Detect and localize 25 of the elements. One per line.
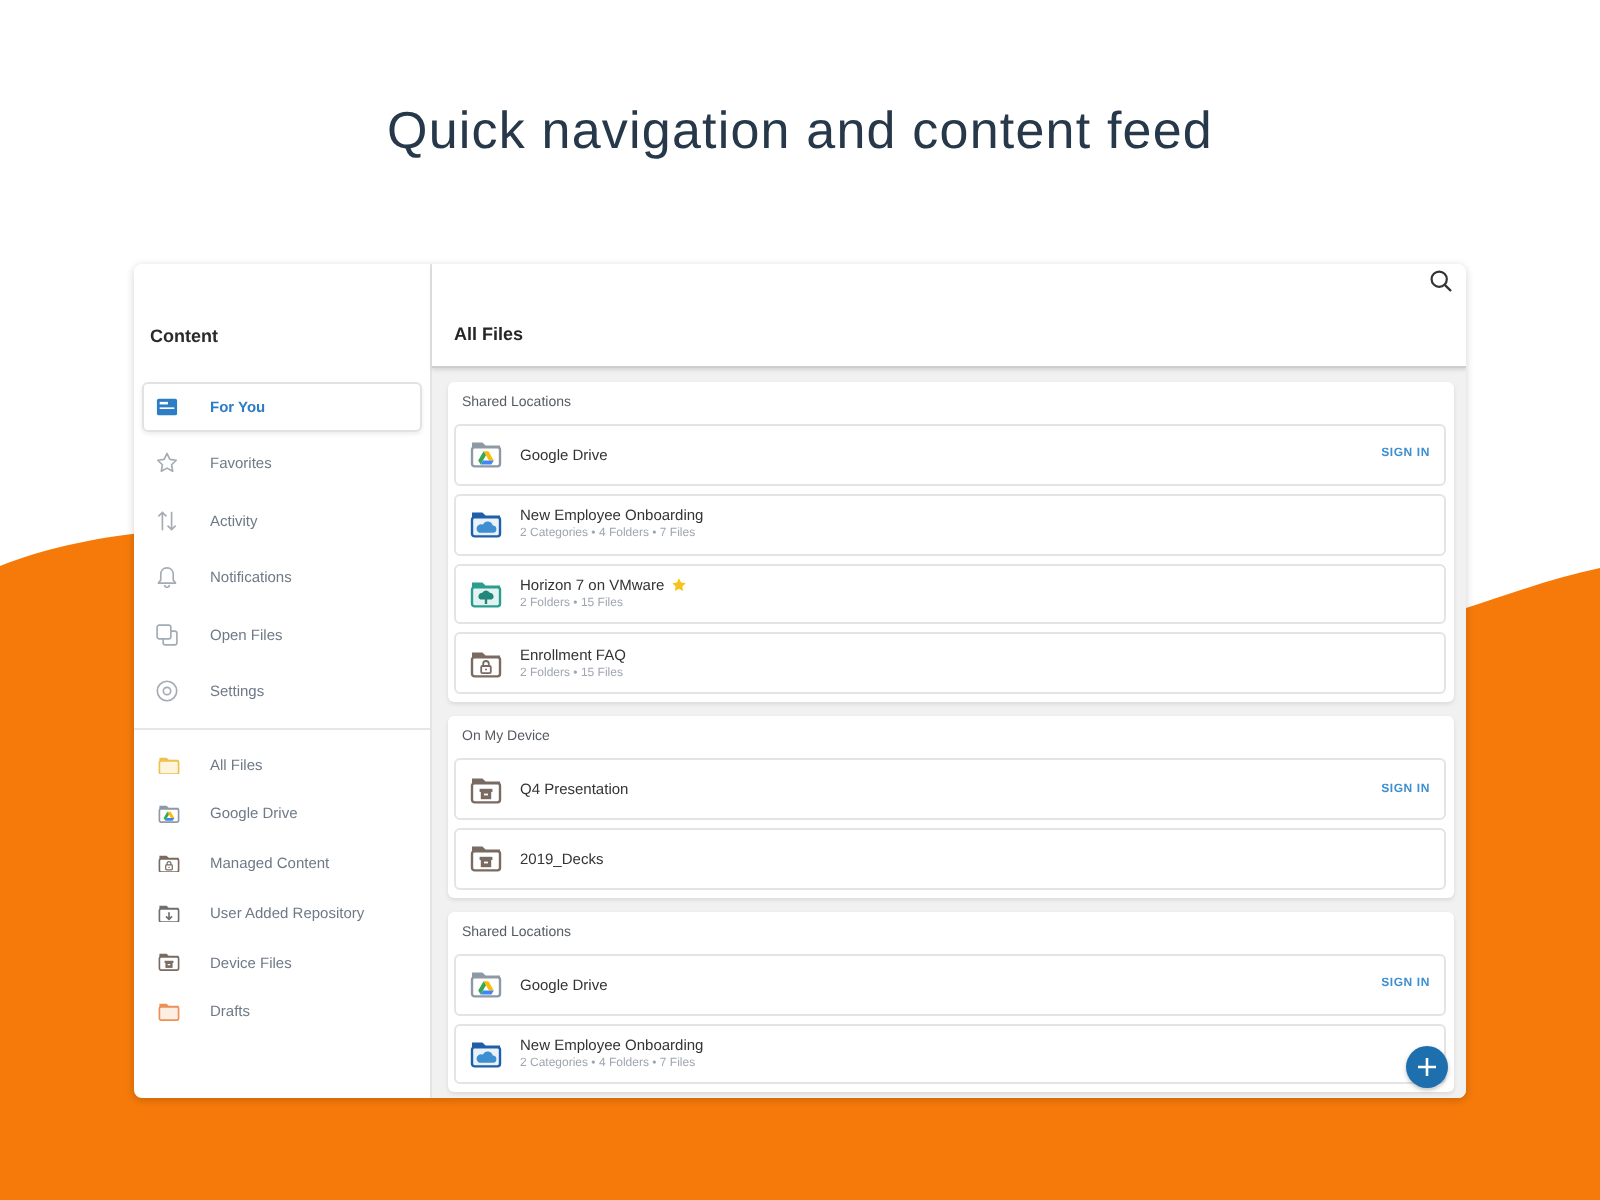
- star-icon: [156, 452, 178, 475]
- settings-icon: [156, 679, 178, 702]
- headline: Quick navigation and content feed: [387, 98, 1213, 162]
- box-folder-icon: [158, 952, 180, 972]
- sidebar-title: Content: [150, 324, 218, 348]
- tree-folder-icon: [470, 579, 502, 608]
- triangle-folder-icon: [158, 804, 180, 824]
- copy-icon: [156, 623, 178, 646]
- lock-folder-icon: [470, 649, 502, 678]
- box-folder-icon: [470, 775, 502, 804]
- search-icon[interactable]: [1430, 270, 1452, 292]
- cloud-folder-icon: [470, 510, 502, 539]
- folder-icon: [158, 755, 180, 775]
- triangle-folder-icon: [470, 440, 502, 469]
- folder-icon: [158, 1001, 180, 1022]
- card-icon: [156, 396, 178, 418]
- cloud-folder-icon: [470, 1039, 502, 1068]
- page-title: All Files: [454, 322, 524, 346]
- arrow-folder-icon: [158, 903, 180, 923]
- triangle-folder-icon: [470, 970, 502, 999]
- box-folder-icon: [470, 844, 502, 873]
- plus-icon: [1417, 1057, 1435, 1075]
- bell-icon: [156, 566, 178, 589]
- up-down-arrows-icon: [156, 509, 178, 532]
- lock-folder-icon: [158, 853, 180, 873]
